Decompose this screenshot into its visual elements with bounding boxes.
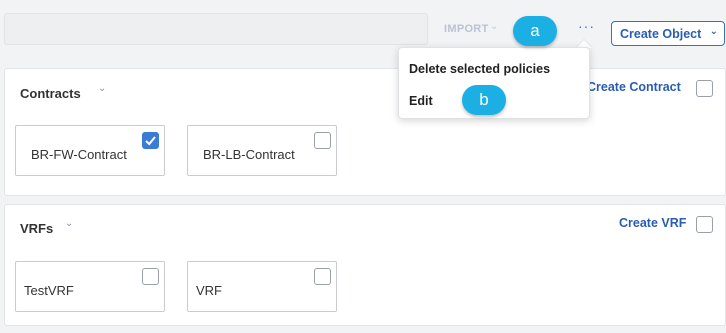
checkmark-icon xyxy=(145,136,156,146)
chevron-down-icon: ⌄ xyxy=(490,21,499,32)
menu-item-edit[interactable]: Edit xyxy=(409,94,433,108)
import-button[interactable]: IMPORT xyxy=(444,23,489,35)
create-object-button[interactable]: Create Object ⌄ xyxy=(611,21,725,46)
vrf-card[interactable]: VRF xyxy=(187,261,337,312)
callout-b: b xyxy=(462,85,506,115)
more-options-button[interactable]: ··· xyxy=(578,18,595,34)
vrf-card-label: VRF xyxy=(196,283,222,298)
contract-card[interactable]: BR-LB-Contract xyxy=(187,125,337,176)
contract-card-checkbox[interactable] xyxy=(142,132,159,149)
vrf-card-checkbox[interactable] xyxy=(142,268,159,285)
menu-item-delete-selected[interactable]: Delete selected policies xyxy=(409,62,550,76)
contract-card-label: BR-LB-Contract xyxy=(203,147,295,162)
vrf-card-label: TestVRF xyxy=(24,283,74,298)
chevron-down-icon: ⌄ xyxy=(709,26,718,37)
contracts-panel: Contracts ⌄ Create Contract BR-FW-Contra… xyxy=(4,68,726,196)
contracts-select-all-checkbox[interactable] xyxy=(696,80,713,97)
toolbar: IMPORT ⌄ ··· Create Object ⌄ xyxy=(0,0,726,58)
callout-a: a xyxy=(513,16,557,46)
vrf-card[interactable]: TestVRF xyxy=(15,261,165,312)
create-contract-link[interactable]: Create Contract xyxy=(587,80,681,94)
create-object-label: Create Object xyxy=(620,26,702,41)
vrf-card-checkbox[interactable] xyxy=(314,268,331,285)
contract-card[interactable]: BR-FW-Contract xyxy=(15,125,165,176)
create-vrf-link[interactable]: Create VRF xyxy=(619,216,686,230)
chevron-down-icon[interactable]: ⌄ xyxy=(98,83,106,94)
filter-bar[interactable] xyxy=(4,13,428,45)
contracts-title: Contracts xyxy=(20,86,81,101)
contract-card-label: BR-FW-Contract xyxy=(31,147,127,162)
vrfs-select-all-checkbox[interactable] xyxy=(696,216,713,233)
chevron-down-icon[interactable]: ⌄ xyxy=(65,218,73,229)
vrfs-panel: VRFs ⌄ Create VRF TestVRF VRF xyxy=(4,204,726,326)
vrfs-title: VRFs xyxy=(20,221,54,236)
contract-card-checkbox[interactable] xyxy=(314,132,331,149)
